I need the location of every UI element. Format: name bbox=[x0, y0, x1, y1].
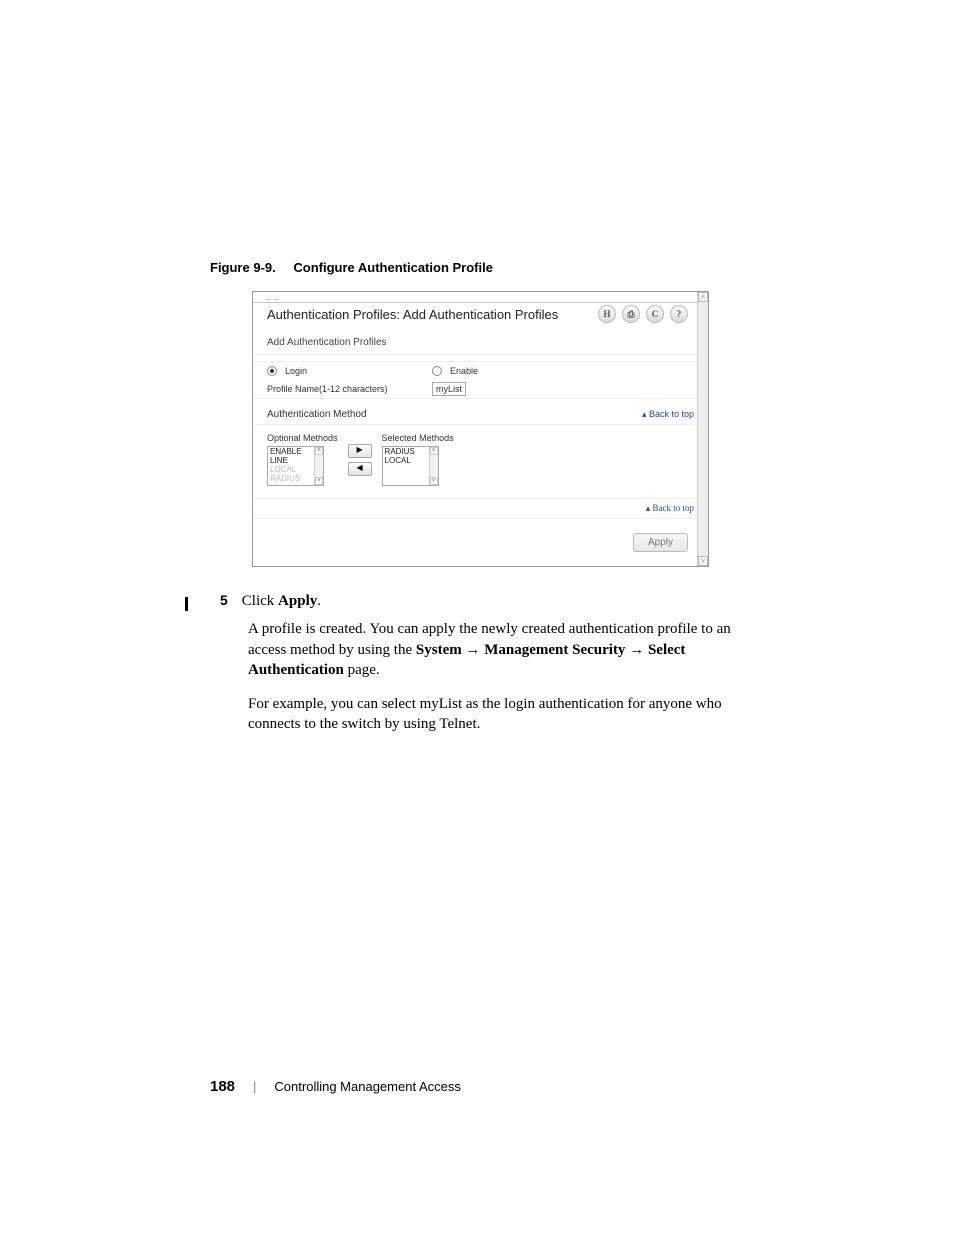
breadcrumb-bar: …… bbox=[253, 292, 708, 303]
section-subheader: Add Authentication Profiles bbox=[253, 331, 708, 355]
figure-caption: Figure 9-9. Configure Authentication Pro… bbox=[210, 260, 744, 275]
auth-method-label: Authentication Method bbox=[267, 409, 367, 420]
scroll-up-icon[interactable]: ˄ bbox=[698, 292, 708, 302]
login-label: Login bbox=[285, 366, 307, 376]
breadcrumb-text: …… bbox=[265, 294, 281, 302]
vertical-scrollbar[interactable]: ˄ ˅ bbox=[697, 292, 708, 566]
page-footer: 188 | Controlling Management Access bbox=[210, 1078, 461, 1095]
apply-button[interactable]: Apply bbox=[633, 533, 688, 552]
enable-label: Enable bbox=[450, 366, 478, 376]
login-radio[interactable] bbox=[267, 366, 277, 376]
move-left-button[interactable]: ◀ bbox=[348, 462, 372, 476]
selected-methods-label: Selected Methods bbox=[382, 433, 454, 443]
scroll-down-icon[interactable]: ˅ bbox=[698, 556, 708, 566]
body-paragraph: A profile is created. You can apply the … bbox=[248, 619, 744, 680]
move-right-button[interactable]: ▶ bbox=[348, 444, 372, 458]
profile-name-label: Profile Name(1-12 characters) bbox=[267, 384, 432, 394]
selected-methods-list[interactable]: RADIUS LOCAL ˄ ˅ bbox=[382, 446, 439, 486]
step-number: 5 bbox=[220, 591, 228, 611]
profile-name-input[interactable]: myList bbox=[432, 382, 466, 396]
enable-radio[interactable] bbox=[432, 366, 442, 376]
save-icon[interactable]: H bbox=[598, 305, 616, 323]
screenshot-panel: ˄ ˅ …… Authentication Profiles: Add Auth… bbox=[252, 291, 709, 567]
list-scrollbar[interactable]: ˄ ˅ bbox=[314, 447, 323, 485]
step-instruction: Click Apply. bbox=[242, 591, 321, 611]
scroll-up-icon[interactable]: ˄ bbox=[430, 447, 438, 455]
scroll-down-icon[interactable]: ˅ bbox=[430, 477, 438, 485]
figure-title: Configure Authentication Profile bbox=[293, 260, 493, 275]
scroll-down-icon[interactable]: ˅ bbox=[315, 477, 323, 485]
optional-methods-list[interactable]: ENABLE LINE LOCAL RADIUS ˄ ˅ bbox=[267, 446, 324, 486]
step-item: 5 Click Apply. bbox=[220, 591, 744, 611]
back-to-top-link[interactable]: Back to top bbox=[646, 503, 694, 514]
list-scrollbar[interactable]: ˄ ˅ bbox=[429, 447, 438, 485]
footer-section: Controlling Management Access bbox=[274, 1079, 460, 1094]
optional-methods-label: Optional Methods bbox=[267, 433, 338, 443]
figure-number: Figure 9-9. bbox=[210, 260, 276, 275]
refresh-icon[interactable]: C bbox=[646, 305, 664, 323]
body-paragraph: For example, you can select myList as th… bbox=[248, 694, 744, 735]
page-title: Authentication Profiles: Add Authenticat… bbox=[267, 307, 558, 322]
help-icon[interactable]: ? bbox=[670, 305, 688, 323]
scroll-up-icon[interactable]: ˄ bbox=[315, 447, 323, 455]
back-to-top-link[interactable]: Back to top bbox=[642, 409, 694, 420]
page-gutter-mark bbox=[185, 597, 188, 611]
page-number: 188 bbox=[210, 1078, 235, 1095]
footer-divider: | bbox=[253, 1079, 256, 1094]
print-icon[interactable]: ⎙ bbox=[622, 305, 640, 323]
